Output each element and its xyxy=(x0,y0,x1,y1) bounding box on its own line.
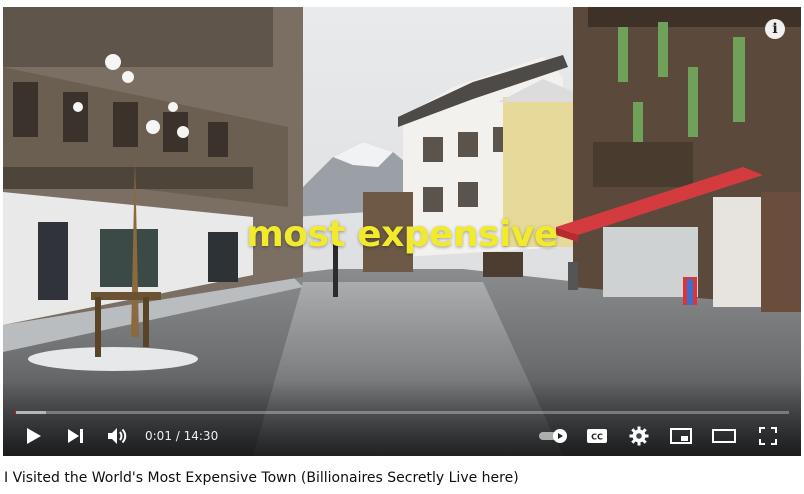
info-icon: i xyxy=(772,21,778,37)
next-button[interactable] xyxy=(63,421,89,451)
play-icon xyxy=(27,428,41,444)
video-caption-text: most expensive xyxy=(246,214,558,255)
miniplayer-button[interactable] xyxy=(667,421,695,451)
video-player[interactable]: most expensive i 0:01 / 14:30 CC xyxy=(3,7,801,456)
theater-mode-button[interactable] xyxy=(709,421,739,451)
next-icon xyxy=(68,429,83,443)
subtitles-icon: CC xyxy=(587,429,607,443)
progress-buffered xyxy=(15,411,46,414)
settings-button[interactable] xyxy=(625,421,653,451)
miniplayer-icon xyxy=(670,428,692,444)
time-display: 0:01 / 14:30 xyxy=(145,429,219,443)
theater-icon xyxy=(712,429,736,443)
autoplay-toggle-icon xyxy=(539,429,567,443)
mute-button[interactable] xyxy=(103,421,133,451)
gear-icon xyxy=(629,426,649,446)
fullscreen-button[interactable] xyxy=(753,421,783,451)
fullscreen-icon xyxy=(759,427,777,445)
video-title[interactable]: I Visited the World's Most Expensive Tow… xyxy=(4,470,519,486)
info-card-button[interactable]: i xyxy=(765,19,785,39)
subtitles-label: CC xyxy=(591,433,603,442)
subtitles-button[interactable]: CC xyxy=(583,421,611,451)
autoplay-toggle[interactable] xyxy=(536,421,572,451)
volume-icon xyxy=(108,428,127,444)
play-button[interactable] xyxy=(21,421,47,451)
progress-played xyxy=(15,411,16,414)
progress-bar[interactable] xyxy=(15,411,789,414)
